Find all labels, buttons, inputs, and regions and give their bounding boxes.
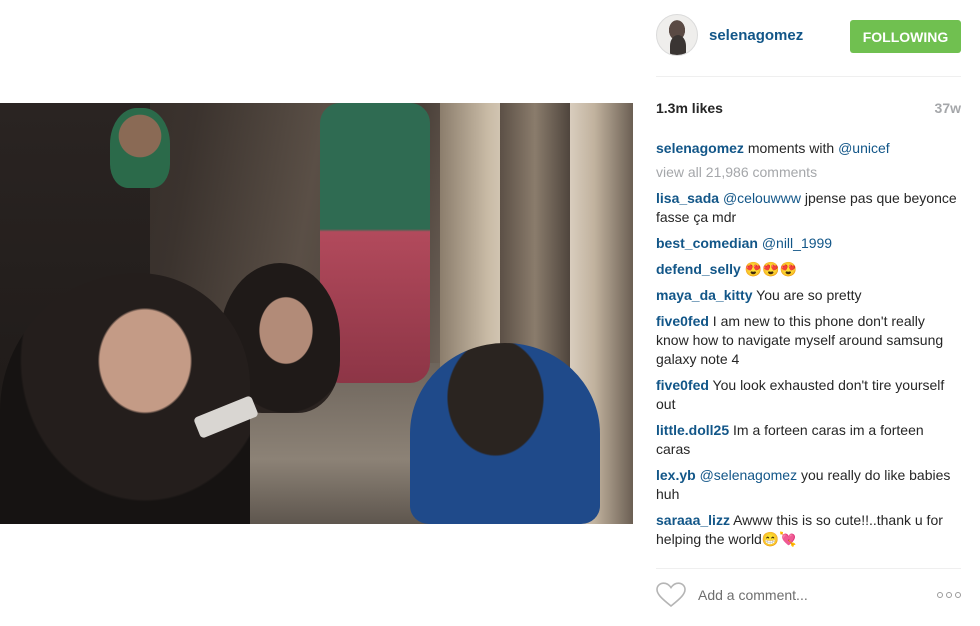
- heart-icon[interactable]: [656, 582, 686, 608]
- comment: maya_da_kitty You are so pretty: [656, 286, 961, 305]
- comment-mention[interactable]: @selenagomez: [700, 467, 798, 483]
- post-username[interactable]: selenagomez: [709, 27, 803, 44]
- post-sidebar: selenagomez FOLLOWING 1.3m likes 37w sel…: [656, 0, 961, 626]
- following-button[interactable]: FOLLOWING: [850, 20, 961, 53]
- photo-background-woman: [110, 108, 170, 188]
- comment-composer: [656, 580, 961, 610]
- caption-mention[interactable]: @unicef: [838, 140, 890, 156]
- caption-username[interactable]: selenagomez: [656, 140, 744, 156]
- header-divider: [656, 76, 961, 77]
- likes-row: 1.3m likes 37w: [656, 100, 961, 120]
- more-dot: [946, 592, 952, 598]
- caption: selenagomez moments with @unicef: [656, 139, 961, 158]
- comment-username[interactable]: maya_da_kitty: [656, 287, 753, 303]
- comment-username[interactable]: five0fed: [656, 377, 709, 393]
- likes-count[interactable]: 1.3m likes: [656, 100, 723, 116]
- comment-text: 😍😍😍: [740, 261, 798, 277]
- view-all-comments-link[interactable]: view all 21,986 comments: [656, 163, 961, 182]
- comment-username[interactable]: lisa_sada: [656, 190, 719, 206]
- comment: five0fed You look exhausted don't tire y…: [656, 376, 961, 414]
- more-dot: [937, 592, 943, 598]
- comment: little.doll25 Im a forteen caras im a fo…: [656, 421, 961, 459]
- comment: defend_selly 😍😍😍: [656, 260, 961, 279]
- avatar[interactable]: [656, 14, 698, 56]
- caption-text: moments with: [743, 140, 839, 156]
- comment-mention[interactable]: @celouwww: [723, 190, 801, 206]
- post-time[interactable]: 37w: [935, 100, 961, 116]
- post-photo[interactable]: [0, 103, 633, 524]
- comments-divider: [656, 568, 961, 569]
- comment-username[interactable]: best_comedian: [656, 235, 758, 251]
- comment: lex.yb @selenagomez you really do like b…: [656, 466, 961, 504]
- comment-text: You are so pretty: [752, 287, 862, 303]
- comment: best_comedian @nill_1999: [656, 234, 961, 253]
- comment-username[interactable]: five0fed: [656, 313, 709, 329]
- photo-child: [410, 343, 600, 524]
- comment-username[interactable]: defend_selly: [656, 261, 741, 277]
- comment: five0fed I am new to this phone don't re…: [656, 312, 961, 369]
- comment-username[interactable]: little.doll25: [656, 422, 729, 438]
- add-comment-input[interactable]: [698, 584, 918, 606]
- avatar-figure: [670, 35, 686, 55]
- comment: saraaa_lizz Awww this is so cute!!..than…: [656, 511, 961, 549]
- post-header: selenagomez FOLLOWING: [656, 14, 961, 60]
- comments-list: selenagomez moments with @unicef view al…: [656, 139, 961, 556]
- comment-username[interactable]: lex.yb: [656, 467, 696, 483]
- more-options-icon[interactable]: [935, 589, 961, 601]
- comment: lisa_sada @celouwww jpense pas que beyon…: [656, 189, 961, 227]
- comment-mention[interactable]: @nill_1999: [762, 235, 832, 251]
- more-dot: [955, 592, 961, 598]
- comment-username[interactable]: saraaa_lizz: [656, 512, 730, 528]
